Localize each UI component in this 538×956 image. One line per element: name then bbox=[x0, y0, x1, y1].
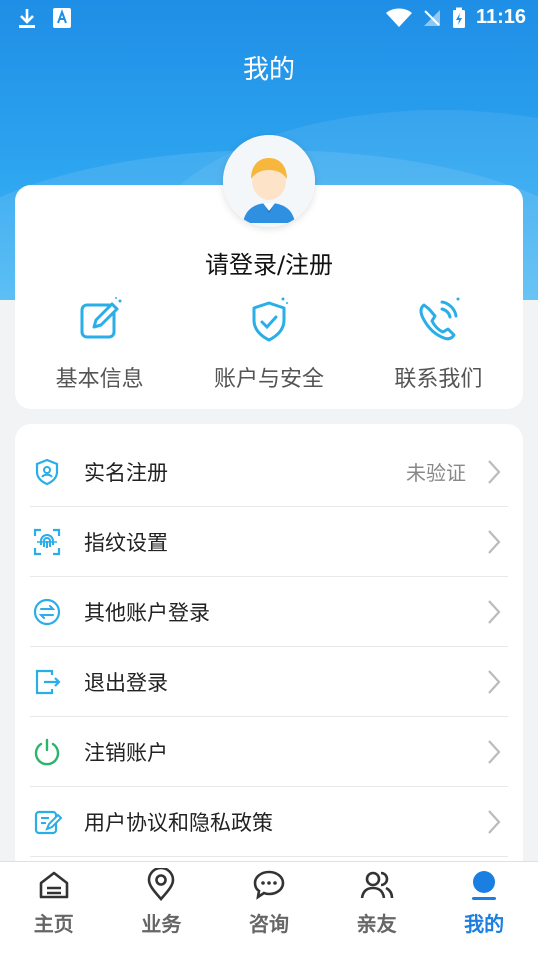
chevron-right-icon bbox=[488, 739, 501, 764]
quick-actions: 基本信息 账户与安全 联系我们 bbox=[15, 295, 523, 393]
menu-item-agreement[interactable]: 用户协议和隐私政策 bbox=[30, 787, 508, 857]
quick-account-security-label: 账户与安全 bbox=[213, 367, 324, 392]
profile-icon bbox=[472, 871, 497, 900]
home-icon bbox=[39, 871, 69, 899]
menu-item-other-account[interactable]: 其他账户登录 bbox=[30, 577, 508, 647]
page-title: 我的 bbox=[242, 55, 295, 85]
tab-label: 业务 bbox=[141, 912, 182, 936]
menu-item-label: 用户协议和隐私政策 bbox=[84, 810, 273, 835]
chevron-right-icon bbox=[488, 669, 501, 694]
quick-contact-us[interactable]: 联系我们 bbox=[354, 295, 523, 393]
tab-business[interactable]: 业务 bbox=[108, 862, 216, 956]
tab-label: 亲友 bbox=[356, 912, 397, 936]
bottom-tab-bar: 主页 业务 咨询 亲友 我的 bbox=[0, 861, 538, 956]
shield-check-icon bbox=[252, 297, 288, 342]
agreement-icon bbox=[34, 810, 62, 834]
edit-icon bbox=[80, 297, 122, 339]
chevron-right-icon bbox=[488, 599, 501, 624]
quick-basic-info[interactable]: 基本信息 bbox=[15, 295, 184, 393]
font-app-icon bbox=[53, 8, 71, 28]
menu-item-label: 实名注册 bbox=[84, 460, 168, 485]
menu-item-label: 注销账户 bbox=[84, 740, 168, 765]
menu-item-label: 指纹设置 bbox=[84, 530, 168, 555]
tab-friends[interactable]: 亲友 bbox=[323, 862, 431, 956]
chevron-right-icon bbox=[488, 529, 501, 554]
switch-account-icon bbox=[33, 598, 61, 625]
wifi-icon bbox=[385, 8, 412, 27]
tab-consult[interactable]: 咨询 bbox=[215, 862, 323, 956]
menu-item-logout[interactable]: 退出登录 bbox=[30, 647, 508, 717]
menu-item-realname[interactable]: 实名注册 未验证 bbox=[30, 437, 508, 507]
login-register-link[interactable]: 请登录/注册 bbox=[15, 245, 523, 280]
phone-icon bbox=[419, 297, 460, 341]
logout-icon bbox=[35, 669, 61, 694]
status-bar: 11:16 bbox=[0, 0, 538, 36]
chevron-right-icon bbox=[488, 809, 501, 834]
download-icon bbox=[19, 9, 35, 28]
avatar[interactable] bbox=[223, 135, 315, 227]
tab-label: 咨询 bbox=[248, 912, 289, 936]
quick-contact-us-label: 联系我们 bbox=[394, 367, 483, 392]
quick-basic-info-label: 基本信息 bbox=[55, 367, 144, 392]
tab-mine[interactable]: 我的 bbox=[430, 862, 538, 956]
location-icon bbox=[148, 868, 175, 901]
battery-icon bbox=[452, 7, 465, 28]
tab-label: 我的 bbox=[464, 912, 505, 936]
status-time: 11:16 bbox=[475, 6, 526, 28]
menu-item-label: 退出登录 bbox=[84, 670, 168, 695]
avatar-icon bbox=[223, 135, 315, 227]
menu-item-label: 其他账户登录 bbox=[84, 600, 210, 625]
tab-home[interactable]: 主页 bbox=[0, 862, 108, 956]
chat-icon bbox=[253, 870, 285, 900]
fingerprint-icon bbox=[33, 528, 61, 555]
menu-item-delete-account[interactable]: 注销账户 bbox=[30, 717, 508, 787]
friends-icon bbox=[360, 871, 393, 899]
menu-item-fingerprint[interactable]: 指纹设置 bbox=[30, 507, 508, 577]
settings-menu: 实名注册 未验证 指纹设置 其他账户登录 退出登录 注销账户 用户协议和隐私政策 bbox=[15, 424, 523, 874]
quick-account-security[interactable]: 账户与安全 bbox=[184, 295, 353, 393]
chevron-right-icon bbox=[488, 459, 501, 484]
tab-label: 主页 bbox=[33, 912, 74, 936]
id-shield-icon bbox=[35, 458, 59, 485]
power-icon bbox=[34, 738, 60, 765]
verification-status: 未验证 bbox=[406, 461, 466, 485]
no-signal-icon bbox=[423, 9, 440, 26]
